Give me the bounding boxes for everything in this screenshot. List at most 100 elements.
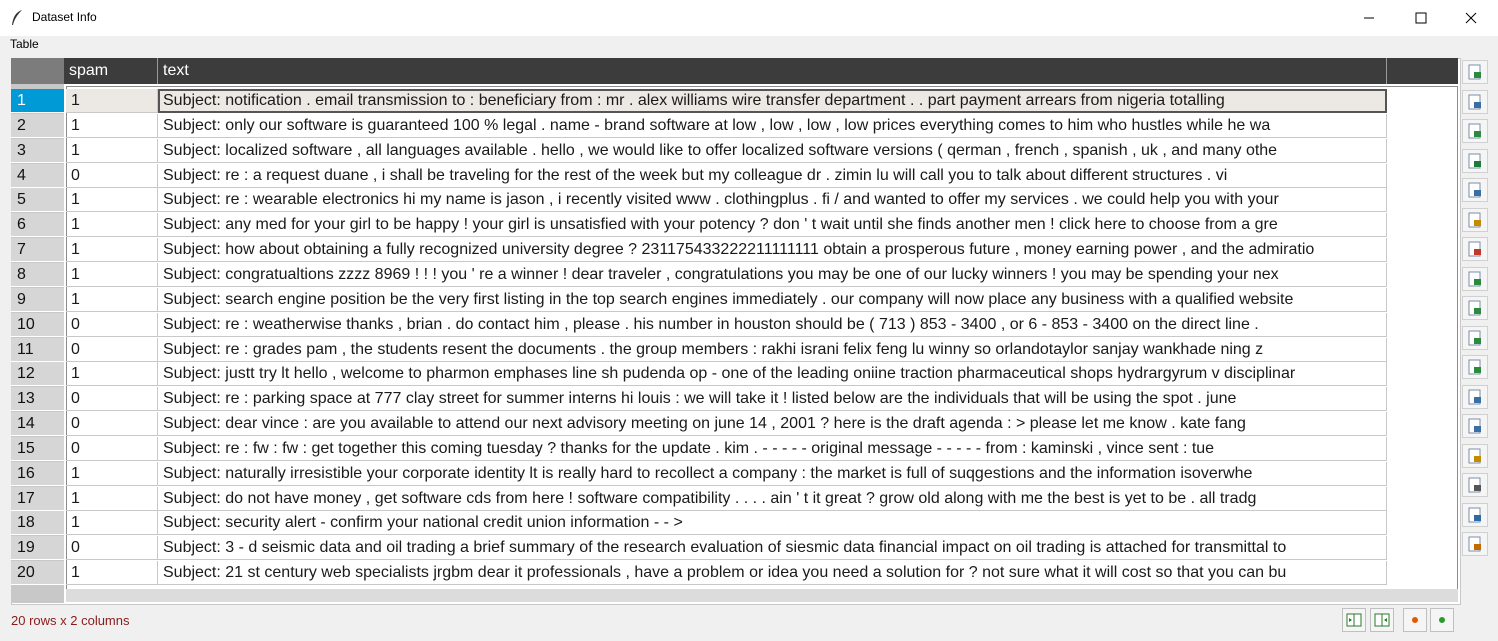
minimize-icon [1364, 17, 1374, 19]
merge-button[interactable] [1462, 384, 1488, 409]
save-icon [1468, 64, 1481, 80]
cell-spam[interactable]: 0 [66, 412, 158, 436]
cell-text[interactable]: Subject: how about obtaining a fully rec… [158, 238, 1387, 262]
row-header[interactable]: 4 [11, 164, 64, 188]
melt-button[interactable] [1462, 355, 1488, 379]
cell-text[interactable]: Subject: 21 st century web specialists j… [158, 561, 1387, 585]
pivot-icon [1468, 330, 1481, 345]
cell-spam[interactable]: 1 [66, 462, 158, 486]
cell-spam[interactable]: 1 [66, 288, 158, 312]
cell-text[interactable]: Subject: search engine position be the v… [158, 288, 1387, 312]
stats-icon [1468, 477, 1481, 493]
cell-spam[interactable]: 1 [66, 511, 158, 535]
cell-spam[interactable]: 1 [66, 213, 158, 237]
cell-text[interactable]: Subject: any med for your girl to be hap… [158, 213, 1387, 237]
cell-text[interactable]: Subject: re : a request duane , i shall … [158, 164, 1387, 188]
pivot-button[interactable] [1462, 325, 1488, 350]
cell-text[interactable]: Subject: 3 - d seismic data and oil trad… [158, 536, 1387, 560]
cell-spam[interactable]: 1 [66, 561, 158, 585]
row-header[interactable]: 18 [11, 511, 64, 535]
row-header[interactable]: 13 [11, 387, 64, 411]
selected-cell-outline [158, 89, 1387, 113]
export-excel-button[interactable] [1462, 148, 1488, 173]
load-button[interactable] [1462, 89, 1488, 114]
cell-spam[interactable]: 0 [66, 437, 158, 461]
column-header-empty [1387, 58, 1458, 84]
settings-icon [1468, 536, 1481, 552]
clean-button[interactable] [1462, 443, 1488, 468]
minimize-button[interactable] [1346, 0, 1392, 36]
cell-spam[interactable]: 1 [66, 263, 158, 287]
row-header[interactable]: 1 [11, 89, 64, 113]
cell-spam[interactable]: 1 [66, 238, 158, 262]
row-header[interactable]: 6 [11, 213, 64, 237]
plot-icon [1468, 241, 1481, 257]
row-header[interactable]: 17 [11, 487, 64, 511]
expand-columns-button[interactable] [1370, 608, 1394, 632]
transpose-button[interactable] [1462, 266, 1488, 291]
cell-spam[interactable]: 0 [66, 164, 158, 188]
row-header[interactable]: 12 [11, 362, 64, 386]
cell-text[interactable]: Subject: justt try lt hello , welcome to… [158, 362, 1387, 386]
settings-button[interactable] [1462, 532, 1488, 556]
window-title: Dataset Info [32, 10, 97, 24]
row-header[interactable]: 9 [11, 288, 64, 312]
row-header[interactable]: 8 [11, 263, 64, 287]
cell-spam[interactable]: 0 [66, 387, 158, 411]
cell-text[interactable]: Subject: congratualtions zzzz 8969 ! ! !… [158, 263, 1387, 287]
cell-text[interactable]: Subject: re : parking space at 777 clay … [158, 387, 1387, 411]
close-button[interactable] [1448, 0, 1494, 36]
save-button[interactable] [1462, 60, 1488, 84]
cell-spam[interactable]: 1 [66, 362, 158, 386]
row-header[interactable]: 2 [11, 114, 64, 138]
import-button[interactable] [1462, 119, 1488, 143]
cell-text[interactable]: Subject: localized software , all langua… [158, 139, 1387, 163]
row-header[interactable]: 5 [11, 188, 64, 212]
row-header[interactable]: 3 [11, 139, 64, 163]
row-header[interactable]: 16 [11, 462, 64, 486]
zoom-out-button[interactable] [1403, 608, 1427, 632]
cell-spam[interactable]: 0 [66, 536, 158, 560]
column-header-text[interactable]: text [158, 58, 1387, 84]
cell-text[interactable]: Subject: dear vince : are you available … [158, 412, 1387, 436]
melt-icon [1468, 359, 1481, 375]
cell-spam[interactable]: 1 [66, 139, 158, 163]
cell-text[interactable]: Subject: naturally irresistible your cor… [158, 462, 1387, 486]
plot-button[interactable] [1462, 237, 1488, 261]
row-header[interactable]: 11 [11, 338, 64, 362]
cell-text[interactable]: Subject: security alert - confirm your n… [158, 511, 1387, 535]
row-header[interactable]: 19 [11, 536, 64, 560]
cell-text[interactable]: Subject: re : weatherwise thanks , brian… [158, 313, 1387, 337]
row-header[interactable]: 15 [11, 437, 64, 461]
maximize-button[interactable] [1398, 0, 1444, 36]
cell-spam[interactable]: 0 [66, 313, 158, 337]
stats-button[interactable] [1462, 473, 1488, 497]
horizontal-scrollbar[interactable] [66, 589, 1458, 602]
row-header[interactable]: 20 [11, 561, 64, 585]
menu-table[interactable]: Table [10, 37, 39, 51]
cell-spam[interactable]: 1 [66, 114, 158, 138]
zoom-in-button[interactable] [1430, 608, 1454, 632]
table-corner[interactable] [11, 58, 64, 84]
shrink-columns-button[interactable] [1342, 608, 1366, 632]
column-header-spam[interactable]: spam [64, 58, 158, 84]
cell-text[interactable]: Subject: re : wearable electronics hi my… [158, 188, 1387, 212]
row-header[interactable]: 14 [11, 412, 64, 436]
query-button[interactable] [1462, 414, 1488, 438]
row-header[interactable]: 10 [11, 313, 64, 337]
summary-button[interactable] [1462, 502, 1488, 527]
cell-spam[interactable]: 1 [66, 188, 158, 212]
cell-spam[interactable]: 1 [66, 487, 158, 511]
cell-text[interactable]: Subject: re : fw : fw : get together thi… [158, 437, 1387, 461]
copy-button[interactable] [1462, 178, 1488, 202]
copy-icon [1468, 182, 1481, 198]
paste-button[interactable] [1462, 207, 1488, 232]
row-header[interactable]: 7 [11, 238, 64, 262]
aggregate-button[interactable] [1462, 296, 1488, 320]
cell-text[interactable]: Subject: do not have money , get softwar… [158, 487, 1387, 511]
cell-text[interactable]: Subject: re : grades pam , the students … [158, 338, 1387, 362]
cell-spam[interactable]: 0 [66, 338, 158, 362]
shrink-columns-icon [1346, 613, 1362, 627]
cell-spam[interactable]: 1 [66, 89, 158, 113]
cell-text[interactable]: Subject: only our software is guaranteed… [158, 114, 1387, 138]
